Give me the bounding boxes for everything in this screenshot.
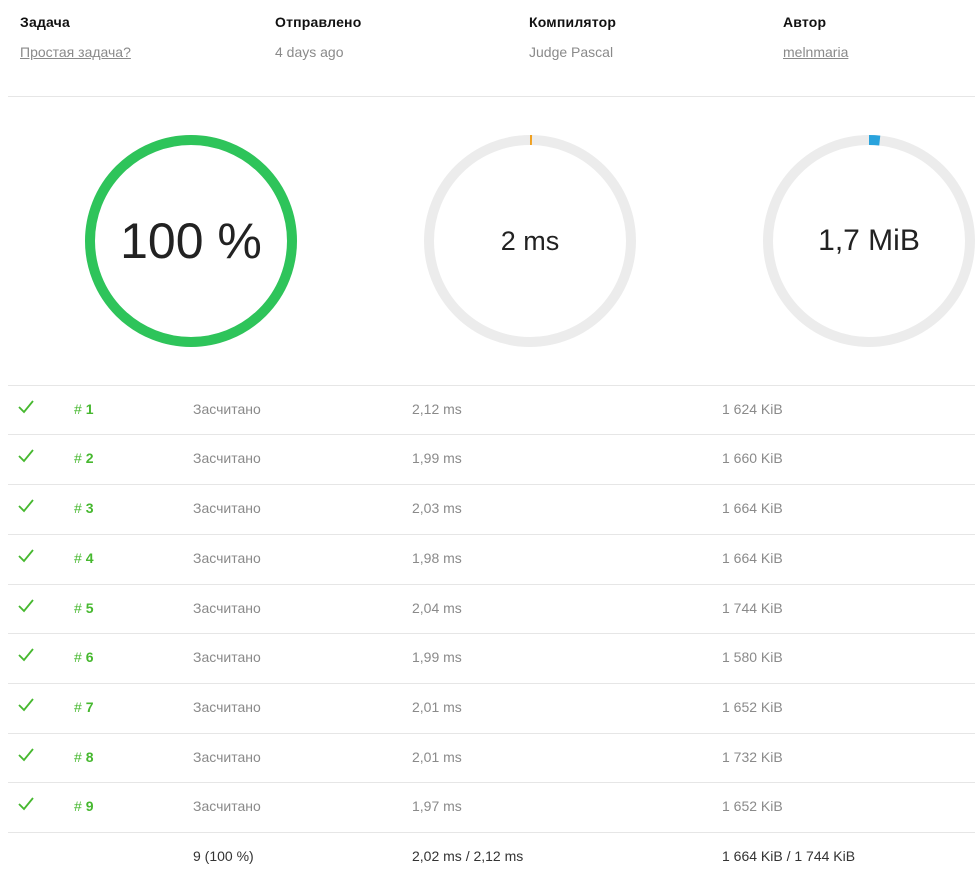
- test-status: Засчитано: [193, 450, 261, 466]
- author-column: Автор melnmaria: [783, 14, 848, 60]
- test-memory: 1 652 KiB: [722, 798, 783, 814]
- test-row: # 5 Засчитано 2,04 ms 1 744 KiB: [8, 584, 975, 634]
- test-status: Засчитано: [193, 699, 261, 715]
- test-status: Засчитано: [193, 798, 261, 814]
- time-value: 2 ms: [500, 225, 560, 256]
- test-status: Засчитано: [193, 749, 261, 765]
- test-number: # 4: [74, 550, 94, 566]
- test-status: Засчитано: [193, 401, 261, 417]
- test-memory: 1 664 KiB: [722, 550, 783, 566]
- task-column: Задача Простая задача?: [20, 14, 131, 60]
- author-label: Автор: [783, 14, 827, 30]
- test-status: Засчитано: [193, 550, 261, 566]
- summary-memory: 1 664 KiB / 1 744 KiB: [722, 848, 856, 864]
- test-status: Засчитано: [193, 500, 261, 516]
- test-time: 1,99 ms: [412, 649, 462, 665]
- test-row: # 8 Засчитано 2,01 ms 1 732 KiB: [8, 733, 975, 783]
- score-value: 100 %: [120, 213, 262, 269]
- test-row: # 2 Засчитано 1,99 ms 1 660 KiB: [8, 434, 975, 484]
- test-number: # 2: [74, 450, 94, 466]
- test-row: # 7 Засчитано 2,01 ms 1 652 KiB: [8, 683, 975, 733]
- summary-row: 9 (100 %) 2,02 ms / 2,12 ms 1 664 KiB / …: [8, 832, 975, 882]
- test-number: # 5: [74, 600, 94, 616]
- task-label: Задача: [20, 14, 70, 30]
- sent-label: Отправлено: [275, 14, 362, 30]
- test-status: Засчитано: [193, 649, 261, 665]
- test-number: # 3: [74, 500, 94, 516]
- test-number: # 1: [74, 401, 94, 417]
- test-number: # 7: [74, 699, 94, 715]
- test-time: 2,12 ms: [412, 401, 462, 417]
- check-icon: [18, 748, 34, 762]
- test-memory: 1 580 KiB: [722, 649, 783, 665]
- compiler-label: Компилятор: [529, 14, 617, 30]
- test-time: 1,99 ms: [412, 450, 462, 466]
- check-icon: [18, 499, 34, 513]
- test-memory: 1 732 KiB: [722, 749, 783, 765]
- check-icon: [18, 698, 34, 712]
- test-row: # 9 Засчитано 1,97 ms 1 652 KiB: [8, 782, 975, 832]
- test-status: Засчитано: [193, 600, 261, 616]
- memory-value: 1,7 MiB: [818, 224, 920, 257]
- header-divider: [8, 96, 975, 97]
- author-link[interactable]: melnmaria: [783, 44, 848, 60]
- check-icon: [18, 449, 34, 463]
- score-ring: 100 %: [84, 134, 298, 348]
- check-icon: [18, 599, 34, 613]
- check-icon: [18, 400, 34, 414]
- test-time: 2,01 ms: [412, 749, 462, 765]
- test-time: 2,01 ms: [412, 699, 462, 715]
- check-icon: [18, 549, 34, 563]
- test-time: 1,97 ms: [412, 798, 462, 814]
- test-row: # 4 Засчитано 1,98 ms 1 664 KiB: [8, 534, 975, 584]
- test-time: 2,03 ms: [412, 500, 462, 516]
- compiler-column: Компилятор Judge Pascal: [529, 14, 616, 60]
- test-row: # 6 Засчитано 1,99 ms 1 580 KiB: [8, 633, 975, 683]
- test-row: # 3 Засчитано 2,03 ms 1 664 KiB: [8, 484, 975, 534]
- memory-ring: 1,7 MiB: [762, 134, 975, 348]
- sent-column: Отправлено 4 days ago: [275, 14, 361, 60]
- test-memory: 1 652 KiB: [722, 699, 783, 715]
- test-time: 1,98 ms: [412, 550, 462, 566]
- test-number: # 8: [74, 749, 94, 765]
- test-memory: 1 744 KiB: [722, 600, 783, 616]
- time-ring: 2 ms: [423, 134, 637, 348]
- check-icon: [18, 797, 34, 811]
- check-icon: [18, 648, 34, 662]
- task-link[interactable]: Простая задача?: [20, 44, 131, 60]
- test-memory: 1 664 KiB: [722, 500, 783, 516]
- test-memory: 1 660 KiB: [722, 450, 783, 466]
- test-row: # 1 Засчитано 2,12 ms 1 624 KiB: [8, 385, 975, 435]
- compiler-value: Judge Pascal: [529, 44, 614, 60]
- summary-passed: 9 (100 %): [193, 848, 254, 864]
- test-memory: 1 624 KiB: [722, 401, 783, 417]
- test-time: 2,04 ms: [412, 600, 462, 616]
- test-number: # 9: [74, 798, 94, 814]
- summary-time: 2,02 ms / 2,12 ms: [412, 848, 524, 864]
- test-number: # 6: [74, 649, 94, 665]
- sent-value: 4 days ago: [275, 44, 344, 60]
